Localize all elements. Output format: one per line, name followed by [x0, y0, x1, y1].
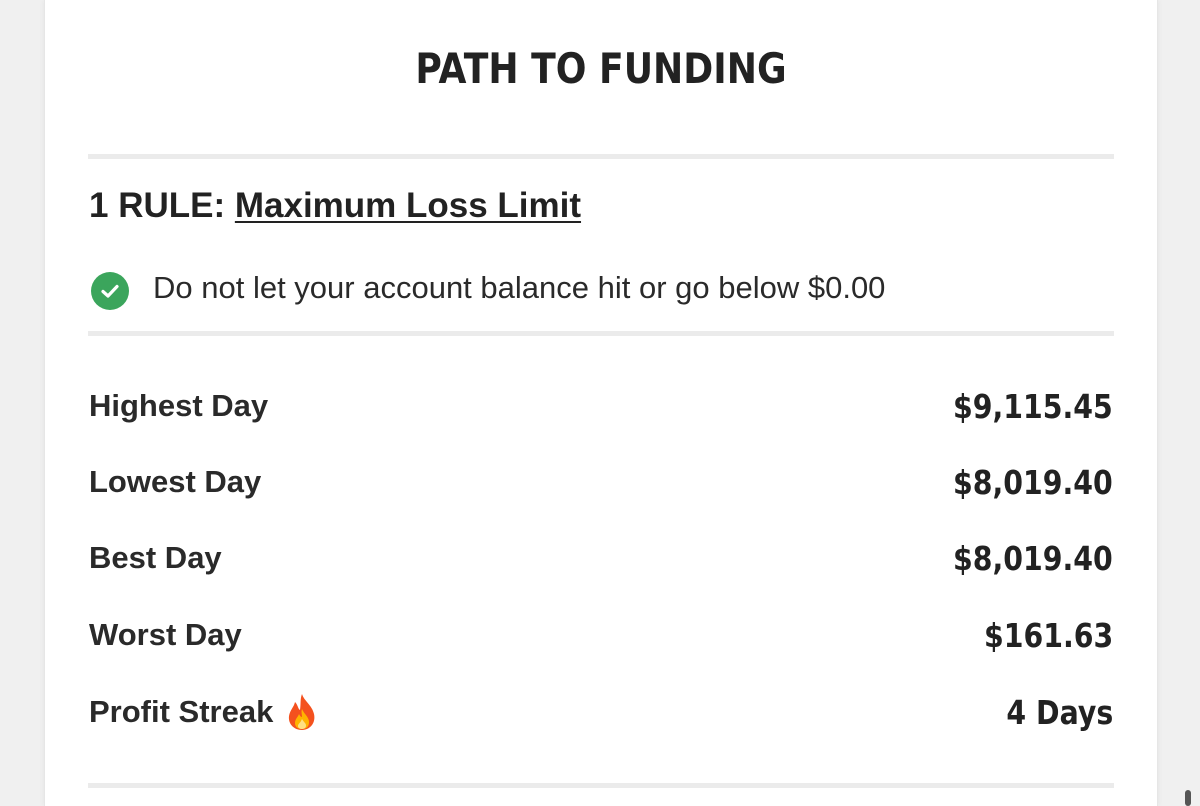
stat-label: Lowest Day: [89, 464, 262, 499]
stat-value: $8,019.40: [953, 538, 1113, 578]
rule-prefix: 1 RULE:: [89, 186, 235, 225]
divider: [88, 154, 1114, 159]
stat-value: 4 Days: [1006, 692, 1113, 732]
fire-icon: [285, 692, 319, 732]
stat-value: $8,019.40: [953, 462, 1113, 502]
divider: [88, 783, 1114, 788]
stat-label: Best Day: [89, 540, 222, 575]
scrollbar-thumb[interactable]: [1185, 790, 1191, 806]
path-to-funding-card: PATH TO FUNDING 1 RULE: Maximum Loss Lim…: [44, 0, 1158, 806]
rule-item: Do not let your account balance hit or g…: [91, 266, 885, 310]
maximum-loss-limit-link[interactable]: Maximum Loss Limit: [235, 186, 581, 225]
stat-row-worst-day: Worst Day $161.63: [89, 613, 1113, 657]
stat-row-lowest-day: Lowest Day $8,019.40: [89, 460, 1113, 504]
stat-value: $161.63: [983, 615, 1113, 655]
rule-item-text: Do not let your account balance hit or g…: [153, 270, 886, 305]
stat-label-wrap: Profit Streak: [89, 692, 319, 732]
rule-heading: 1 RULE: Maximum Loss Limit: [89, 186, 581, 226]
stat-row-profit-streak: Profit Streak 4 Days: [89, 690, 1113, 734]
page-title: PATH TO FUNDING: [415, 44, 787, 93]
stat-row-best-day: Best Day $8,019.40: [89, 536, 1113, 580]
divider: [88, 331, 1114, 336]
stat-label: Worst Day: [89, 617, 242, 652]
stat-value: $9,115.45: [953, 386, 1113, 426]
stat-label: Highest Day: [89, 388, 269, 423]
check-circle-icon: [91, 272, 129, 310]
stat-label: Profit Streak: [89, 694, 274, 729]
stat-row-highest-day: Highest Day $9,115.45: [89, 384, 1113, 428]
